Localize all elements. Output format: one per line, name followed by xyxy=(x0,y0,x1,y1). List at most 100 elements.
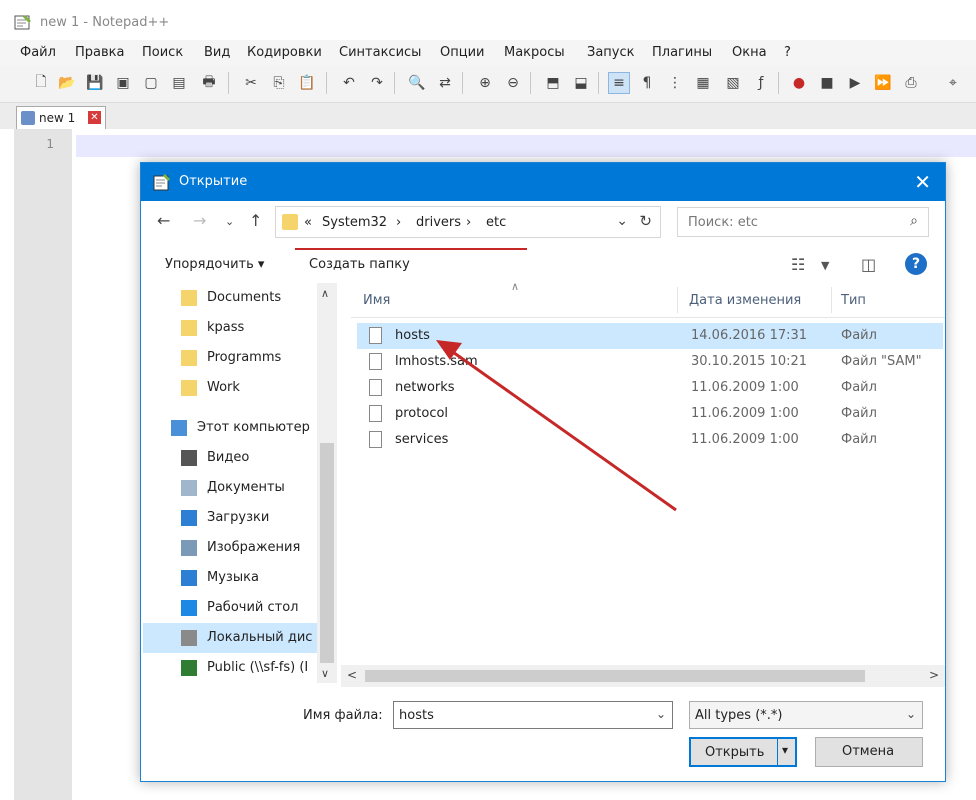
breadcrumb-separator[interactable]: › xyxy=(466,215,471,230)
file-row-hosts[interactable]: hosts 14.06.2016 17:31 Файл xyxy=(357,323,943,349)
menu-macros[interactable]: Макросы xyxy=(504,45,565,60)
column-type[interactable]: Тип xyxy=(841,293,866,308)
search-box[interactable]: Поиск: etc ⌕ xyxy=(677,207,929,237)
save-icon[interactable]: 💾 xyxy=(84,72,106,94)
column-separator[interactable] xyxy=(831,287,832,313)
nav-item-video[interactable]: Видео xyxy=(143,443,321,473)
tab-new-1[interactable]: new 1 ✕ xyxy=(16,106,106,129)
play-macro-icon[interactable]: ▶ xyxy=(844,72,866,94)
nav-item-desktop[interactable]: Рабочий стол xyxy=(143,593,321,623)
close-icon[interactable]: ✕ xyxy=(914,170,931,194)
menu-view[interactable]: Вид xyxy=(204,45,230,60)
file-row-networks[interactable]: networks 11.06.2009 1:00 Файл xyxy=(357,375,943,401)
refresh-icon[interactable]: ↻ xyxy=(639,212,652,230)
column-separator[interactable] xyxy=(677,287,678,313)
chevron-down-icon[interactable]: ▾ xyxy=(782,743,788,757)
filename-input[interactable]: hosts ⌄ xyxy=(393,701,673,729)
chevron-down-icon[interactable]: ▼ xyxy=(821,259,829,272)
search-icon[interactable]: ⌕ xyxy=(910,213,918,229)
nav-item-public-network[interactable]: Public (\\sf-fs) (I xyxy=(143,653,321,683)
record-macro-icon[interactable]: ● xyxy=(788,72,810,94)
organize-button[interactable]: Упорядочить ▾ xyxy=(165,257,264,272)
file-row-protocol[interactable]: protocol 11.06.2009 1:00 Файл xyxy=(357,401,943,427)
preview-pane-icon[interactable]: ◫ xyxy=(861,255,876,274)
column-date[interactable]: Дата изменения xyxy=(689,293,801,308)
scrollbar-thumb[interactable] xyxy=(320,443,334,663)
menu-run[interactable]: Запуск xyxy=(587,45,635,60)
stop-macro-icon[interactable]: ■ xyxy=(816,72,838,94)
menu-plugins[interactable]: Плагины xyxy=(652,45,712,60)
find-icon[interactable]: 🔍 xyxy=(406,72,428,94)
menu-file[interactable]: Файл xyxy=(20,45,56,60)
recent-locations-icon[interactable]: ⌄ xyxy=(225,215,234,228)
nav-item-this-pc[interactable]: Этот компьютер xyxy=(143,413,321,443)
zoom-in-icon[interactable]: ⊕ xyxy=(474,72,496,94)
nav-item-pictures[interactable]: Изображения xyxy=(143,533,321,563)
save-all-icon[interactable]: ▣ xyxy=(112,72,134,94)
breadcrumb-system32[interactable]: System32 xyxy=(322,215,387,230)
function-list-icon[interactable]: ƒ xyxy=(750,72,772,94)
udl-icon[interactable]: ▦ xyxy=(692,72,714,94)
doc-map-icon[interactable]: ▧ xyxy=(722,72,744,94)
cut-icon[interactable]: ✂ xyxy=(240,72,262,94)
menu-options[interactable]: Опции xyxy=(440,45,484,60)
redo-icon[interactable]: ↷ xyxy=(366,72,388,94)
zoom-out-icon[interactable]: ⊖ xyxy=(502,72,524,94)
breadcrumb-overflow[interactable]: « xyxy=(304,215,312,230)
menu-syntax[interactable]: Синтаксисы xyxy=(339,45,421,60)
menu-encoding[interactable]: Кодировки xyxy=(247,45,322,60)
up-arrow-icon[interactable]: ↑ xyxy=(249,211,262,230)
help-button[interactable]: ? xyxy=(905,253,927,275)
nav-item-downloads[interactable]: Загрузки xyxy=(143,503,321,533)
chevron-down-icon[interactable]: ⌄ xyxy=(906,707,916,721)
close-all-icon[interactable]: ▤ xyxy=(168,72,190,94)
undo-icon[interactable]: ↶ xyxy=(338,72,360,94)
chevron-down-icon[interactable]: ∨ xyxy=(321,667,329,680)
paste-icon[interactable]: 📋 xyxy=(296,72,318,94)
nav-item-work[interactable]: Work xyxy=(143,373,321,403)
breadcrumb-drivers[interactable]: drivers xyxy=(416,215,461,230)
chevron-down-icon[interactable]: ⌄ xyxy=(656,707,666,721)
nav-item-music[interactable]: Музыка xyxy=(143,563,321,593)
word-wrap-icon[interactable]: ≡ xyxy=(608,72,630,94)
save-macro-icon[interactable]: ⎙ xyxy=(900,72,922,94)
nav-item-local-disk[interactable]: Локальный дис xyxy=(143,623,321,653)
breadcrumb-separator[interactable]: › xyxy=(396,215,401,230)
nav-item-documents[interactable]: Documents xyxy=(143,283,321,313)
print-icon[interactable]: 🖶 xyxy=(198,72,220,94)
chevron-right-icon[interactable]: > xyxy=(929,668,939,682)
nav-item-programms[interactable]: Programms xyxy=(143,343,321,373)
chevron-down-icon[interactable]: ⌄ xyxy=(616,213,628,229)
new-folder-button[interactable]: Создать папку xyxy=(309,257,410,272)
menu-edit[interactable]: Правка xyxy=(75,45,124,60)
back-arrow-icon[interactable]: ← xyxy=(157,211,170,230)
file-row-lmhosts[interactable]: lmhosts.sam 30.10.2015 10:21 Файл "SAM" xyxy=(357,349,943,375)
indent-guide-icon[interactable]: ⋮ xyxy=(664,72,686,94)
column-name[interactable]: Имя xyxy=(363,293,390,308)
cancel-button[interactable]: Отмена xyxy=(815,737,923,767)
chevron-left-icon[interactable]: < xyxy=(347,668,357,682)
monitoring-icon[interactable]: ⌖ xyxy=(942,72,964,94)
menu-search[interactable]: Поиск xyxy=(142,45,183,60)
open-button[interactable]: Открыть ▾ xyxy=(689,737,797,767)
replace-icon[interactable]: ⇄ xyxy=(434,72,456,94)
filetype-select[interactable]: All types (*.*) ⌄ xyxy=(689,701,923,729)
nav-item-documents-ru[interactable]: Документы xyxy=(143,473,321,503)
nav-item-kpass[interactable]: kpass xyxy=(143,313,321,343)
forward-arrow-icon[interactable]: → xyxy=(193,211,206,230)
sync-h-icon[interactable]: ⬓ xyxy=(570,72,592,94)
chevron-up-icon[interactable]: ∧ xyxy=(321,287,329,300)
close-tab-icon[interactable]: ✕ xyxy=(88,111,101,124)
breadcrumb-etc[interactable]: etc xyxy=(486,215,506,230)
file-row-services[interactable]: services 11.06.2009 1:00 Файл xyxy=(357,427,943,453)
sync-v-icon[interactable]: ⬒ xyxy=(542,72,564,94)
horizontal-scrollbar[interactable]: < > xyxy=(341,665,945,687)
menu-windows[interactable]: Окна xyxy=(732,45,767,60)
view-options-icon[interactable]: ☷ xyxy=(791,255,805,274)
nav-scrollbar[interactable]: ∧ ∨ xyxy=(317,283,337,683)
address-bar[interactable]: « System32 › drivers › etc ⌄ ↻ xyxy=(275,206,661,238)
scrollbar-thumb[interactable] xyxy=(365,670,865,682)
show-all-chars-icon[interactable]: ¶ xyxy=(636,72,658,94)
menu-help[interactable]: ? xyxy=(784,45,791,60)
run-macro-multiple-icon[interactable]: ⏩ xyxy=(872,72,894,94)
